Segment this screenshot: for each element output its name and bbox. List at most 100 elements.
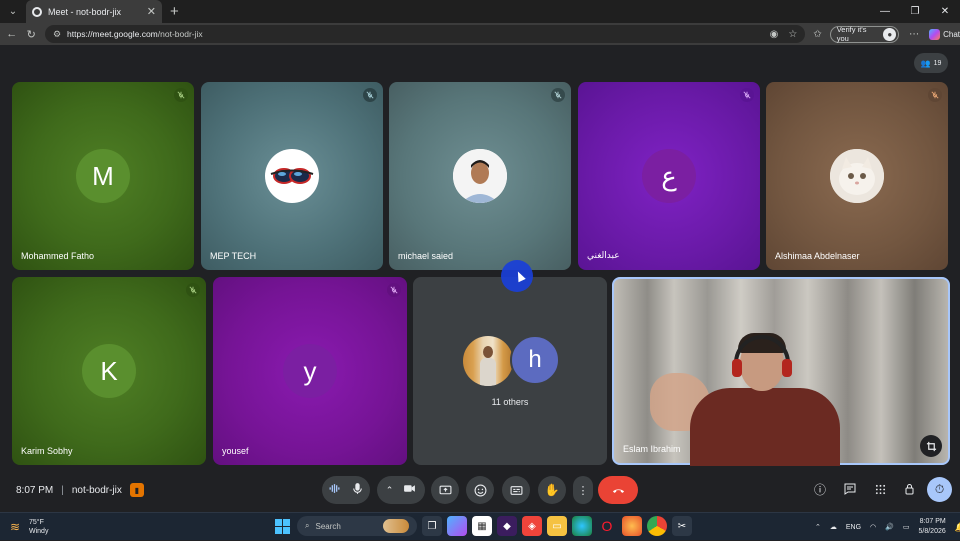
wifi-icon[interactable]: ◠ <box>870 523 876 531</box>
headset-earcup-right-shape <box>782 359 792 377</box>
participant-name: michael saied <box>398 251 454 261</box>
microphone-icon[interactable] <box>351 482 364 498</box>
raise-hand-button[interactable]: ✋ <box>538 476 566 504</box>
video-camera-icon[interactable] <box>403 482 416 498</box>
tab-title: Meet - not-bodr-jix <box>48 6 122 17</box>
weather-wind-icon: ≋ <box>10 520 21 534</box>
people-icon: 👥 <box>920 58 931 68</box>
app-red-icon[interactable]: ◆ <box>497 516 517 536</box>
hidden-icons-chevron-icon[interactable]: ⌃ <box>815 523 821 531</box>
emoji-icon <box>474 484 486 496</box>
participant-photo-avatar <box>830 149 884 203</box>
audio-settings-icon[interactable] <box>328 482 341 498</box>
participant-avatar: M <box>76 149 130 203</box>
more-menu-icon[interactable]: ⋯ <box>909 29 919 40</box>
anydesk-icon[interactable]: ◈ <box>522 516 542 536</box>
participant-tile[interactable]: michael saied <box>389 82 571 270</box>
person-head-shape <box>483 346 493 358</box>
shirt-shape <box>690 388 840 468</box>
verify-profile-button[interactable]: Verify it's you ● <box>829 25 900 43</box>
site-info-icon[interactable]: ⚙ <box>53 29 61 40</box>
mic-off-icon <box>387 283 401 297</box>
participant-tile[interactable]: Alshimaa Abdelnaser <box>766 82 948 270</box>
edge-browser-icon[interactable] <box>572 516 592 536</box>
profile-avatar-icon: ● <box>883 27 897 41</box>
meeting-details: 8:07 PM | not-bodr-jix ▮ <box>16 483 144 497</box>
timer-icon: ⏱ <box>934 482 945 496</box>
participant-tile[interactable]: y yousef <box>213 277 407 465</box>
reactions-button[interactable] <box>466 476 494 504</box>
captions-button[interactable] <box>502 476 530 504</box>
chevron-up-icon[interactable]: ⌃ <box>386 485 394 496</box>
meet-stage: 👥 19 M Mohammed Fatho MEP TECH michael s… <box>0 45 960 512</box>
weather-temperature: 75°F <box>29 519 44 526</box>
favorites-icon[interactable]: ✩ <box>813 29 821 40</box>
back-arrow-icon[interactable]: ← <box>2 28 21 40</box>
tab-close-icon[interactable]: ✕ <box>147 5 156 18</box>
participant-avatar: K <box>82 344 136 398</box>
browser-titlebar: ⌄ Meet - not-bodr-jix ✕ + — ❐ ✕ <box>0 0 960 23</box>
present-screen-button[interactable] <box>431 476 459 504</box>
firefox-icon[interactable] <box>622 516 642 536</box>
browser-tab-meet[interactable]: Meet - not-bodr-jix ✕ <box>26 0 162 23</box>
restore-icon[interactable]: ❐ <box>900 0 930 23</box>
participant-avatar: ع <box>642 149 696 203</box>
participant-tile[interactable]: MEP TECH <box>201 82 383 270</box>
crop-frame-icon[interactable] <box>920 435 942 457</box>
participant-name: Karim Sobhy <box>21 446 73 456</box>
hang-up-icon <box>612 488 624 493</box>
camera-in-use-icon[interactable]: ◉ <box>770 29 779 40</box>
bookmark-star-icon[interactable]: ☆ <box>788 29 797 40</box>
camera-control[interactable]: ⌃ <box>377 476 425 504</box>
chat-icon[interactable] <box>842 481 858 497</box>
goggles-image <box>270 168 314 184</box>
others-count-label: 11 others <box>491 397 529 407</box>
timer-button[interactable]: ⏱ <box>927 477 952 502</box>
participant-count: 19 <box>933 59 942 67</box>
chrome-icon[interactable] <box>647 516 667 536</box>
participant-tile[interactable]: K Karim Sobhy <box>12 277 206 465</box>
copilot-app-icon[interactable] <box>447 516 467 536</box>
reload-icon[interactable]: ↻ <box>21 28 40 41</box>
more-options-button[interactable]: ⋮ <box>573 476 593 504</box>
taskbar-clock[interactable]: 8:07 PM 5/8/2026 <box>919 517 946 537</box>
task-view-icon[interactable]: ❐ <box>422 516 442 536</box>
person-body-shape <box>480 358 496 386</box>
copilot-chat-button[interactable]: Chat <box>929 28 960 40</box>
tab-search-chevron-icon[interactable]: ⌄ <box>2 3 24 21</box>
window-close-icon[interactable]: ✕ <box>930 0 960 23</box>
volume-icon[interactable]: 🔊 <box>885 523 894 531</box>
participants-badge[interactable]: 👥 19 <box>914 53 948 73</box>
file-explorer-icon[interactable]: ▭ <box>547 516 567 536</box>
taskbar-search[interactable]: ⌕ Search <box>297 516 417 536</box>
start-button[interactable] <box>272 516 292 536</box>
participant-photo-avatar <box>265 149 319 203</box>
weather-widget[interactable]: ≋ 75°F Windy <box>10 518 48 536</box>
participant-tile[interactable]: M Mohammed Fatho <box>12 82 194 270</box>
participant-name: عبدالغني <box>587 250 620 260</box>
address-bar[interactable]: ⚙ https://meet.google.com/not-bodr-jix ◉… <box>44 25 806 43</box>
participant-photo-avatar <box>453 149 507 203</box>
leave-call-button[interactable] <box>598 476 638 504</box>
minimize-icon[interactable]: — <box>870 0 900 23</box>
host-controls-lock-icon[interactable] <box>902 481 918 497</box>
opera-browser-icon[interactable]: O <box>597 516 617 536</box>
recording-indicator-icon[interactable]: ▮ <box>129 483 144 497</box>
store-app-icon[interactable]: ▦ <box>472 516 492 536</box>
meeting-info-icon[interactable]: ⓘ <box>812 481 828 497</box>
snipping-tool-icon[interactable]: ✂ <box>672 516 692 536</box>
windows-logo-icon <box>274 518 282 526</box>
participant-tile[interactable]: ع عبدالغني <box>578 82 760 270</box>
more-vert-icon: ⋮ <box>577 484 589 497</box>
input-language[interactable]: ENG <box>846 524 861 531</box>
mic-off-icon <box>551 88 565 102</box>
url-host: https://meet.google.com <box>67 29 158 39</box>
others-letter-avatar: h <box>510 335 560 385</box>
activities-grid-icon[interactable] <box>872 481 888 497</box>
cloud-icon[interactable]: ☁ <box>830 523 837 531</box>
battery-icon[interactable]: ▭ <box>903 523 910 531</box>
notifications-bell-icon[interactable]: 🔔 <box>955 522 960 532</box>
url-text: https://meet.google.com/not-bodr-jix <box>67 29 764 39</box>
microphone-control[interactable] <box>322 476 370 504</box>
new-tab-plus-icon[interactable]: + <box>170 3 179 20</box>
